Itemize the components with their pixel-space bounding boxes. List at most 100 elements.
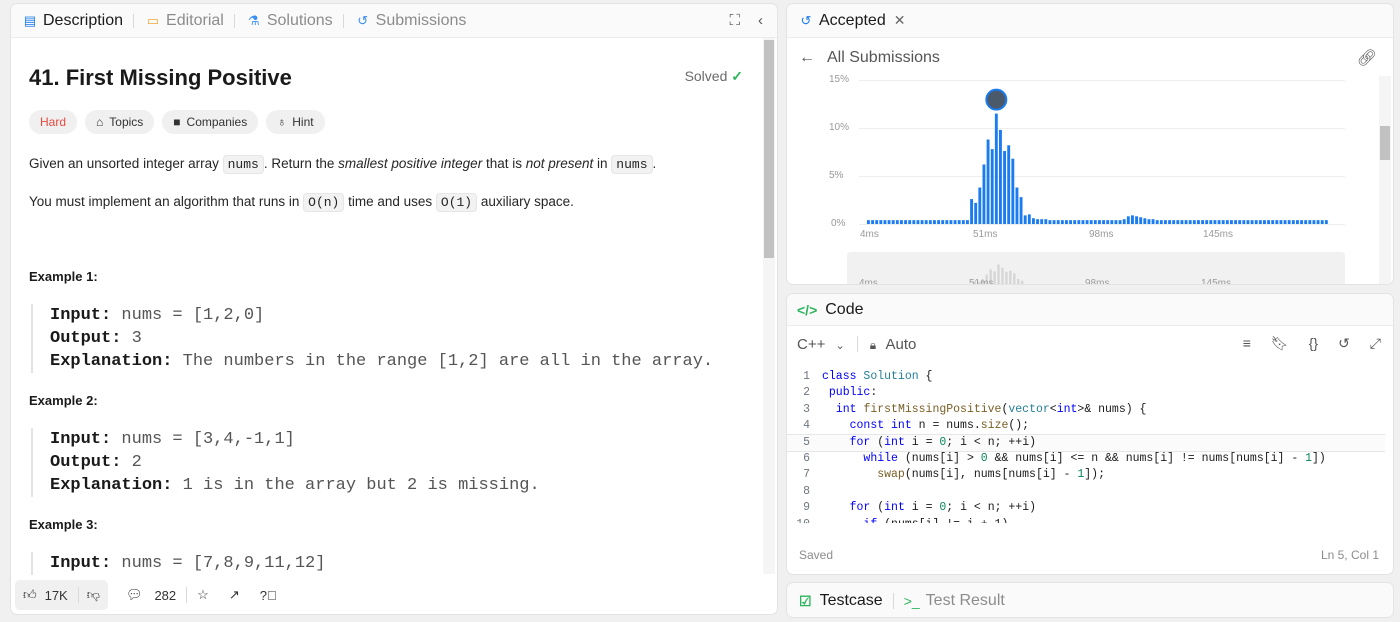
chart-bar bbox=[871, 220, 875, 224]
line-number: 5 bbox=[803, 435, 810, 449]
result-scrollbar[interactable] bbox=[1379, 76, 1391, 284]
favorite-button[interactable]: ☆ bbox=[197, 587, 209, 603]
tab-submissions[interactable]: ↺ Submissions bbox=[354, 12, 466, 30]
chart-bar bbox=[1065, 220, 1068, 224]
example-heading: Example 3: bbox=[29, 517, 98, 532]
code-line[interactable]: 1 class Solution { bbox=[787, 369, 1385, 385]
chart-bar bbox=[1316, 220, 1320, 224]
code-icon: </> bbox=[797, 301, 818, 318]
code-line[interactable]: 6 while (nums[i] > 0 && nums[i] <= n && … bbox=[787, 451, 1385, 467]
lock-icon: ■ bbox=[173, 115, 181, 129]
tab-testcase[interactable]: ☑ Testcase bbox=[799, 592, 883, 610]
code-line[interactable]: 8 bbox=[787, 484, 1385, 500]
code-line[interactable]: 9 for (int i = 0; i < n; ++i) bbox=[787, 500, 1385, 516]
external-link-icon: ↗ bbox=[228, 587, 240, 602]
close-icon[interactable]: ✕ bbox=[894, 12, 906, 29]
x-tick-label: 145ms bbox=[1203, 229, 1234, 240]
maximize-icon[interactable]: ⛶ bbox=[729, 12, 740, 29]
code-line[interactable]: 4 const int n = nums. size (); bbox=[787, 418, 1385, 434]
format-icon[interactable]: ≡ bbox=[1243, 335, 1251, 352]
chart-bar bbox=[895, 220, 899, 224]
line-number: 2 bbox=[803, 386, 810, 400]
example-heading: Example 1: bbox=[29, 269, 98, 284]
chart-bar bbox=[1003, 151, 1007, 224]
help-button[interactable]: ?⃝ bbox=[260, 588, 277, 603]
chart-bar bbox=[1246, 220, 1250, 224]
chart-bar bbox=[1275, 220, 1279, 224]
arrow-left-icon[interactable]: ← bbox=[799, 49, 815, 67]
tab-solutions[interactable]: ⚗ Solutions bbox=[245, 12, 333, 30]
line-number: 4 bbox=[803, 419, 810, 433]
chart-bar bbox=[1048, 220, 1052, 224]
topics-button[interactable]: ⌂ Topics bbox=[85, 110, 155, 134]
chart-bar bbox=[891, 220, 895, 224]
hint-button[interactable]: ♁ Hint bbox=[266, 110, 325, 134]
tab-accepted[interactable]: ↺ Accepted ✕ bbox=[797, 12, 906, 30]
companies-button[interactable]: ■ Companies bbox=[162, 110, 259, 134]
chart-bar bbox=[1263, 220, 1266, 224]
all-submissions-link[interactable]: ← All Submissions 🔗︎ bbox=[787, 40, 1393, 76]
description-content: 41. First Missing Positive Solved ✓ Hard… bbox=[11, 38, 763, 576]
example-heading: Example 2: bbox=[29, 393, 98, 408]
chart-bar bbox=[1320, 220, 1324, 224]
chart-bar bbox=[1143, 218, 1147, 224]
line-number: 6 bbox=[803, 451, 810, 465]
chart-bar bbox=[994, 113, 998, 224]
chart-bar bbox=[937, 220, 941, 224]
chart-bar bbox=[879, 220, 883, 224]
reset-icon[interactable]: ↺ bbox=[1338, 335, 1350, 352]
chart-bar bbox=[1271, 220, 1275, 224]
comments-button[interactable]: 💬︎ 282 bbox=[126, 587, 176, 603]
description-scrollbar[interactable] bbox=[763, 38, 775, 574]
chart-bar bbox=[1283, 220, 1287, 224]
chart-bar bbox=[1114, 220, 1118, 224]
bookmark-icon[interactable]: 🔖︎ bbox=[1271, 335, 1289, 352]
code-line[interactable]: 3 int firstMissingPositive(vector < int >& … bbox=[787, 402, 1385, 418]
chart-bar bbox=[908, 220, 912, 224]
tab-test-result[interactable]: >_ Test Result bbox=[904, 592, 1005, 610]
chart-bar bbox=[1147, 219, 1151, 224]
problem-constraint-text: You must implement an algorithm that run… bbox=[29, 193, 574, 212]
chart-bar bbox=[1168, 220, 1172, 224]
page-title: 41. First Missing Positive bbox=[29, 65, 292, 90]
code-line[interactable]: 10 if (nums[i] != i + 1) bbox=[787, 517, 1385, 523]
chart-bar bbox=[1300, 220, 1304, 224]
braces-icon[interactable]: {} bbox=[1309, 335, 1318, 352]
line-number: 7 bbox=[803, 468, 810, 482]
thumbs-up-icon[interactable]: 👍︎ bbox=[23, 587, 37, 603]
code-line[interactable]: 2 public: bbox=[787, 385, 1385, 401]
chart-bar bbox=[904, 220, 908, 224]
tab-editorial[interactable]: ▭ Editorial bbox=[144, 12, 224, 30]
thumbs-down-icon[interactable]: 👎︎ bbox=[87, 587, 100, 603]
line-number: 8 bbox=[803, 484, 810, 498]
chart-bar bbox=[1217, 220, 1221, 224]
line-number: 9 bbox=[803, 501, 810, 515]
chart-bar bbox=[875, 220, 879, 224]
code-editor[interactable]: 1 class Solution {2 public:3 int firstMis… bbox=[787, 369, 1385, 523]
expand-icon[interactable]: ⤢ bbox=[1370, 335, 1381, 352]
link-icon[interactable]: 🔗︎ bbox=[1357, 48, 1377, 68]
tag-icon: ⌂ bbox=[96, 115, 104, 129]
chart-bar bbox=[1052, 220, 1056, 224]
minimap-bar bbox=[1021, 280, 1024, 284]
tab-description[interactable]: ▤ Description bbox=[21, 12, 123, 30]
chart-bar bbox=[1279, 220, 1283, 224]
chart-bar bbox=[1085, 220, 1089, 224]
collapse-icon[interactable]: ‹ bbox=[758, 12, 763, 29]
chart-bar bbox=[1015, 187, 1019, 224]
chart-bar bbox=[1164, 220, 1167, 224]
chevron-down-icon: ⌄ bbox=[835, 339, 845, 352]
auto-mode[interactable]: 🔒︎ Auto bbox=[870, 336, 917, 353]
chart-range-minimap[interactable]: 4ms 51ms 98ms 145ms bbox=[847, 252, 1345, 284]
code-line[interactable]: 5 for (int i = 0; i < n; ++i) bbox=[787, 433, 1385, 452]
history-icon: ↺ bbox=[357, 12, 369, 28]
share-button[interactable]: ↗ bbox=[229, 587, 240, 603]
language-select[interactable]: C++ ⌄ bbox=[797, 336, 845, 353]
flask-icon: ⚗ bbox=[248, 12, 260, 28]
chart-bar bbox=[1110, 220, 1114, 224]
chart-bar bbox=[1192, 220, 1196, 224]
code-line[interactable]: 7 swap (nums[i], nums[nums[i] - 1]); bbox=[787, 467, 1385, 483]
chart-bar bbox=[1201, 220, 1205, 224]
solved-status: Solved ✓ bbox=[684, 68, 743, 84]
chart-bar bbox=[1176, 220, 1180, 224]
